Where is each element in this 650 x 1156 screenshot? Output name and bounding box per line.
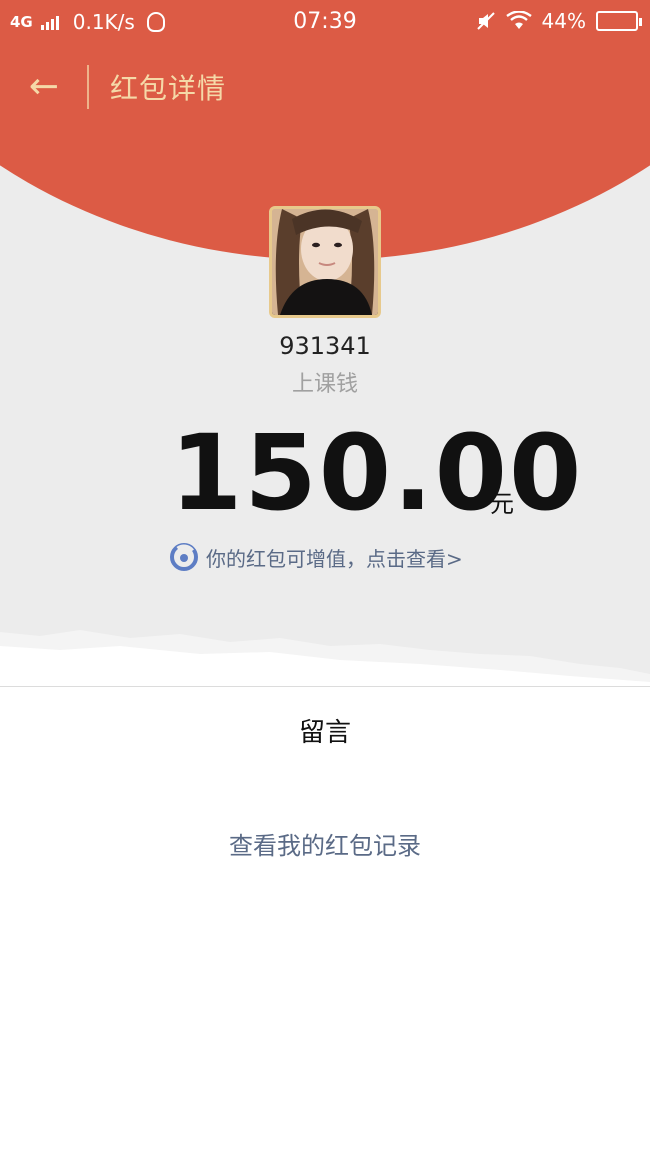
- torn-paper-edge: [0, 630, 650, 688]
- value-added-text: 你的红包可增值，点击查看>: [206, 546, 463, 571]
- nav-divider: [87, 65, 89, 109]
- sender-name: 931341: [279, 332, 371, 360]
- page-title: 红包详情: [110, 72, 227, 105]
- back-arrow-icon[interactable]: ←: [26, 65, 62, 109]
- status-bar: 4G 0.1K/s 07:39 44%: [0, 0, 650, 46]
- status-right: 44%: [476, 9, 642, 33]
- section-divider: [0, 686, 650, 687]
- battery-percent: 44%: [541, 9, 586, 33]
- nav-bar: ← 红包详情: [0, 55, 650, 119]
- amount-row: 150.00 元: [0, 418, 650, 528]
- wifi-icon: [505, 11, 532, 29]
- packet-amount: 150.00: [170, 412, 584, 534]
- comment-button[interactable]: 留言: [0, 712, 650, 749]
- value-added-link[interactable]: 你的红包可增值，点击查看>: [170, 540, 463, 574]
- sender-avatar[interactable]: [269, 206, 381, 318]
- avatar-photo: [272, 209, 378, 315]
- packet-memo: 上课钱: [291, 372, 358, 397]
- value-growth-icon: [170, 543, 198, 571]
- mute-icon: [476, 12, 495, 30]
- currency-unit: 元: [490, 490, 514, 518]
- view-records-link[interactable]: 查看我的红包记录: [0, 826, 650, 861]
- battery-icon: [596, 11, 642, 31]
